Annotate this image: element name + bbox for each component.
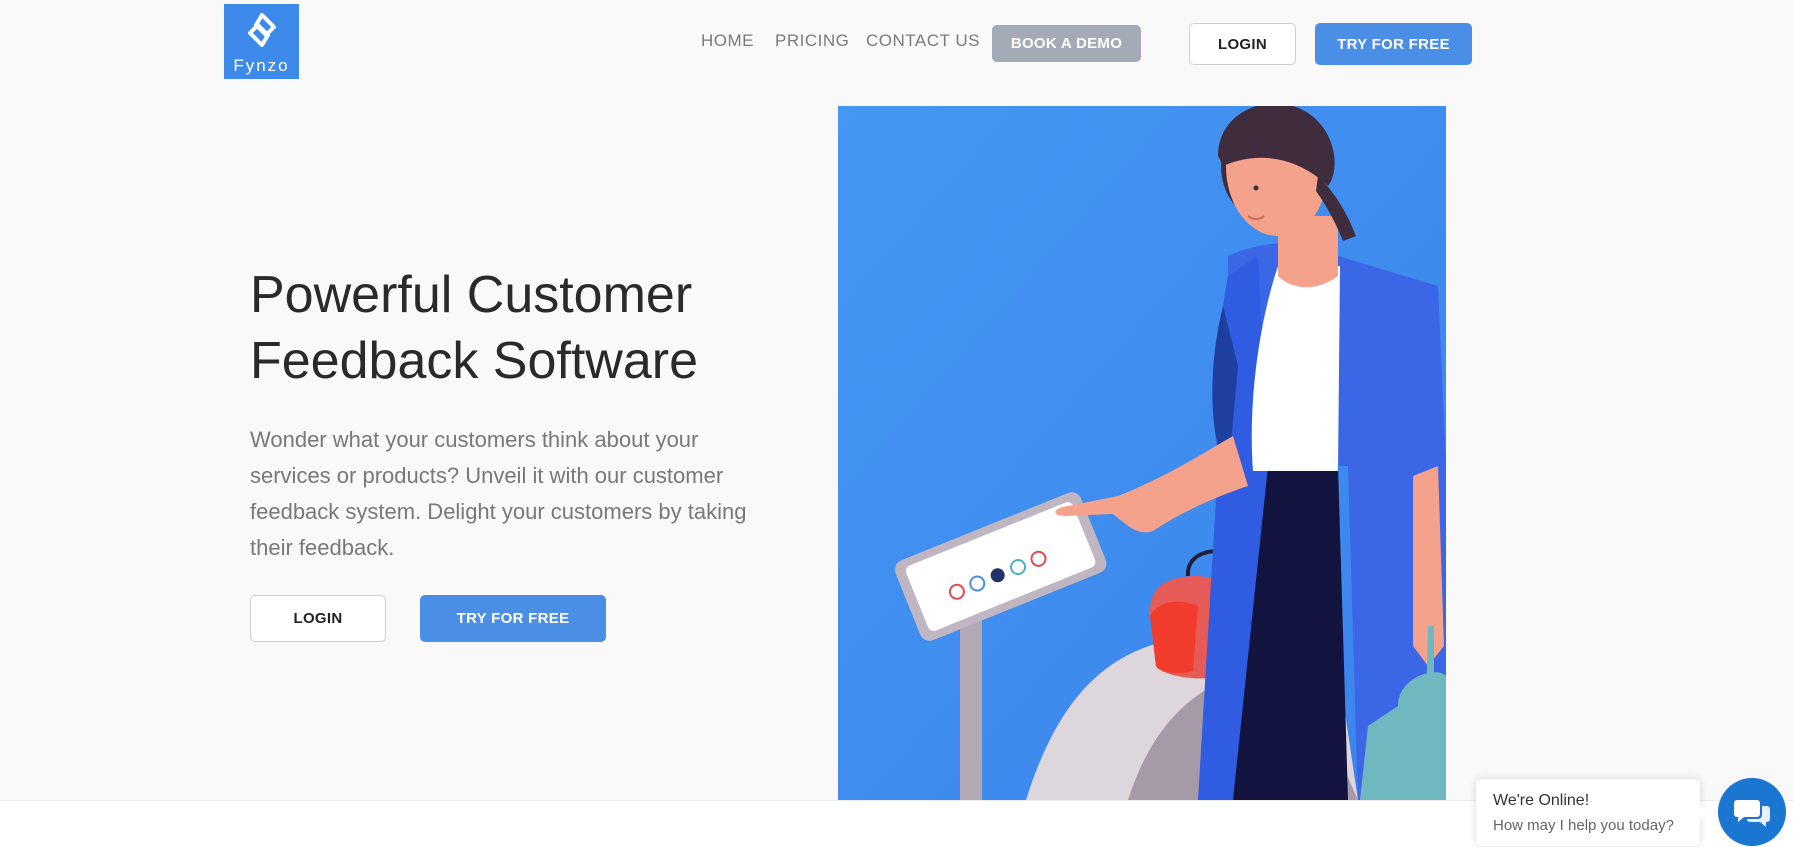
chat-title: We're Online!	[1493, 792, 1590, 809]
hero-description: Wonder what your customers think about y…	[250, 427, 747, 560]
hero-login-button[interactable]: LOGIN	[250, 595, 386, 642]
chat-icon	[1734, 800, 1770, 827]
book-demo-button[interactable]: BOOK A DEMO	[992, 25, 1141, 62]
header-login-button[interactable]: LOGIN	[1189, 23, 1296, 65]
logo-mark-icon	[248, 13, 276, 47]
hero-title-line-2: Feedback Software	[250, 332, 699, 390]
chat-launcher-button[interactable]	[1718, 778, 1786, 846]
nav-pricing-link[interactable]: PRICING	[775, 31, 849, 51]
brand-name: Fynzo	[233, 56, 290, 75]
chat-subtitle: How may I help you today?	[1493, 817, 1674, 834]
brand-logo[interactable]: Fynzo	[224, 4, 299, 79]
hero-try-free-button[interactable]: TRY FOR FREE	[420, 595, 606, 642]
hero-title: Powerful Customer Feedback Software	[250, 262, 810, 394]
hero-title-line-1: Powerful Customer	[250, 266, 693, 324]
hero-illustration	[838, 106, 1446, 800]
nav-home-link[interactable]: HOME	[701, 31, 754, 51]
header-try-free-button[interactable]: TRY FOR FREE	[1315, 23, 1472, 65]
nav-contact-link[interactable]: CONTACT US	[866, 31, 980, 51]
chat-greeting-bubble[interactable]: We're Online! How may I help you today?	[1476, 779, 1708, 846]
